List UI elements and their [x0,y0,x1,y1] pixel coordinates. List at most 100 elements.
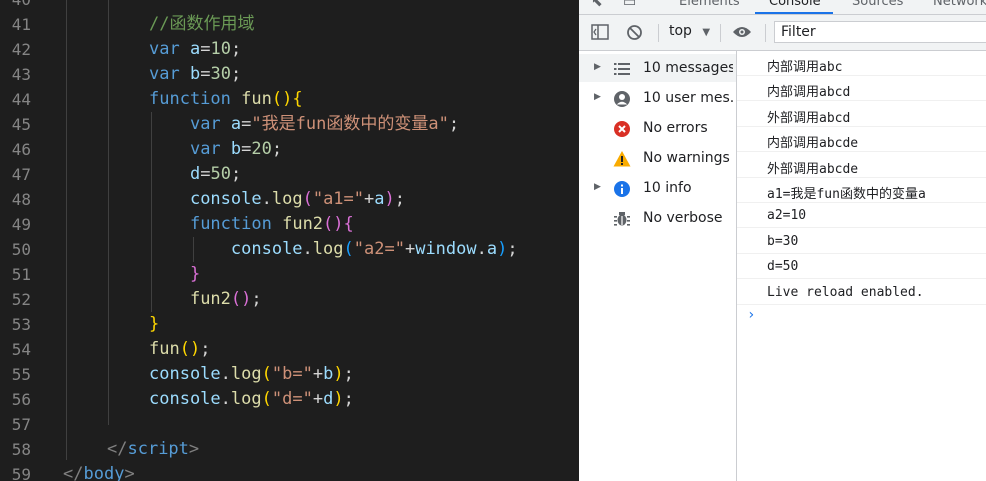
code-line[interactable]: 51 } [0,262,579,287]
code-token: var [189,114,221,134]
console-message[interactable]: 内部调用abc [737,51,986,76]
code-line[interactable]: 48 console.log("a1="+a); [0,187,579,212]
code-line[interactable]: 54 fun(); [0,337,579,362]
code-line[interactable]: 47 d=50; [0,162,579,187]
sidebar-item-no-warnings[interactable]: No warnings [579,144,736,172]
context-selector[interactable]: top ▼ [669,23,710,39]
code-text: function fun2(){ [149,212,354,237]
code-token: console [149,364,221,384]
code-token: ; [251,289,262,309]
sidebar-item-10-user-mes[interactable]: ▶ 10 user mes... [579,84,736,112]
line-number: 40 [0,0,31,12]
expand-arrow-icon[interactable]: ▶ [594,182,601,192]
code-line[interactable]: 43 var b=30; [0,62,579,87]
line-number: 41 [11,15,31,34]
code-text: </body> [63,462,135,481]
list-icon [613,60,631,78]
tab-elements[interactable]: Elements [679,0,740,9]
code-text: fun(); [149,337,210,362]
code-text: d=50; [149,162,241,187]
console-messages[interactable]: › 内部调用abc 内部调用abcd 外部调用abcd 内部调用abcde 外部调用ab… [737,51,986,481]
code-token: . [220,364,231,384]
console-message[interactable]: b=30 [737,229,986,254]
code-token: log [312,239,344,259]
tab-console[interactable]: Console [769,0,821,9]
inspect-element-icon[interactable]: ⬉ [591,0,603,10]
console-message[interactable]: 外部调用abcde [737,153,986,178]
sidebar-item-label: 10 user mes... [643,90,733,106]
code-line[interactable]: 56 console.log("d="+d); [0,387,579,412]
code-token: > [124,464,135,481]
expand-arrow-icon[interactable]: ▶ [594,92,601,102]
tab-network[interactable]: Network [933,0,986,9]
device-toolbar-icon[interactable]: ▭ [623,0,636,10]
code-token: "a1=" [312,189,365,209]
console-message[interactable]: 内部调用abcde [737,127,986,153]
filter-input[interactable] [774,21,986,43]
code-line[interactable]: 40 [0,0,579,12]
line-number: 46 [11,140,31,159]
code-token: fun [241,89,272,109]
code-line[interactable]: 55 console.log("b="+b); [0,362,579,387]
code-text: console.log("a2="+window.a); [149,237,518,262]
code-line[interactable]: 59 </body> [0,462,579,481]
console-message[interactable]: 外部调用abcd [737,102,986,127]
console-message-text: 内部调用abcde [767,136,859,152]
code-line[interactable]: 42 var a=10; [0,37,579,62]
code-line[interactable]: 41 //函数作用域 [0,12,579,37]
console-message[interactable]: d=50 [737,254,986,280]
code-line[interactable]: 58 </script> [0,437,579,462]
code-token: a [486,239,498,259]
code-line[interactable]: 53} [0,312,579,337]
code-text: function fun(){ [149,87,303,112]
sidebar-item-label: No errors [643,120,708,136]
code-token: </ [107,439,128,459]
sidebar-item-no-errors[interactable]: No errors [579,114,736,142]
line-number: 45 [11,115,31,134]
code-text: var a="我是fun函数中的变量a"; [149,112,459,137]
console-message[interactable]: a1=我是fun函数中的变量a [737,178,986,203]
code-line[interactable]: 44 function fun(){ [0,87,579,112]
console-message-text: a1=我是fun函数中的变量a [767,187,926,202]
code-token: "我是fun函数中的变量a" [251,114,449,134]
code-token: ) [333,389,344,409]
code-line[interactable]: 49 function fun2(){ [0,212,579,237]
code-token: log [230,364,262,384]
line-number: 53 [11,315,31,334]
sidebar-item-no-verbose[interactable]: No verbose [579,204,736,232]
sidebar-item-10-info[interactable]: ▶ 10 info [579,174,736,202]
code-token: log [271,189,303,209]
console-message[interactable]: a2=10 [737,203,986,229]
clear-console-icon[interactable] [626,24,643,44]
code-line[interactable]: 50 console.log("a2="+window.a); [0,237,579,262]
tab-sources[interactable]: Sources [852,0,903,9]
code-line[interactable]: 52 fun2(); [0,287,579,312]
code-line[interactable]: 45 var a="我是fun函数中的变量a"; [0,112,579,137]
console-message[interactable]: Live reload enabled. [737,280,986,305]
code-token: ; [230,64,242,84]
code-token: a [230,114,242,134]
console-message[interactable]: 内部调用abcd [737,76,986,102]
console-message-text: 内部调用abcd [767,85,851,101]
line-number: 43 [11,65,31,84]
code-token: ( [343,239,354,259]
code-token: = [200,39,211,59]
code-token: script [127,439,189,459]
sidebar-item-10-messages[interactable]: ▶ 10 messages [579,54,736,82]
line-number: 54 [11,340,31,359]
expand-arrow-icon[interactable]: ▶ [594,62,601,72]
code-editor[interactable]: 4041//函数作用域42var a=10;43var b=30;44funct… [0,0,579,481]
code-line[interactable]: 46 var b=20; [0,137,579,162]
code-token: d [323,389,334,409]
console-prompt-icon[interactable]: › [747,307,755,323]
user-icon [613,90,631,108]
code-line[interactable]: 57 [0,412,579,437]
code-token: ; [230,39,242,59]
sidebar-toggle-icon[interactable] [591,24,609,43]
eye-icon[interactable] [732,25,752,42]
code-token: + [364,189,375,209]
